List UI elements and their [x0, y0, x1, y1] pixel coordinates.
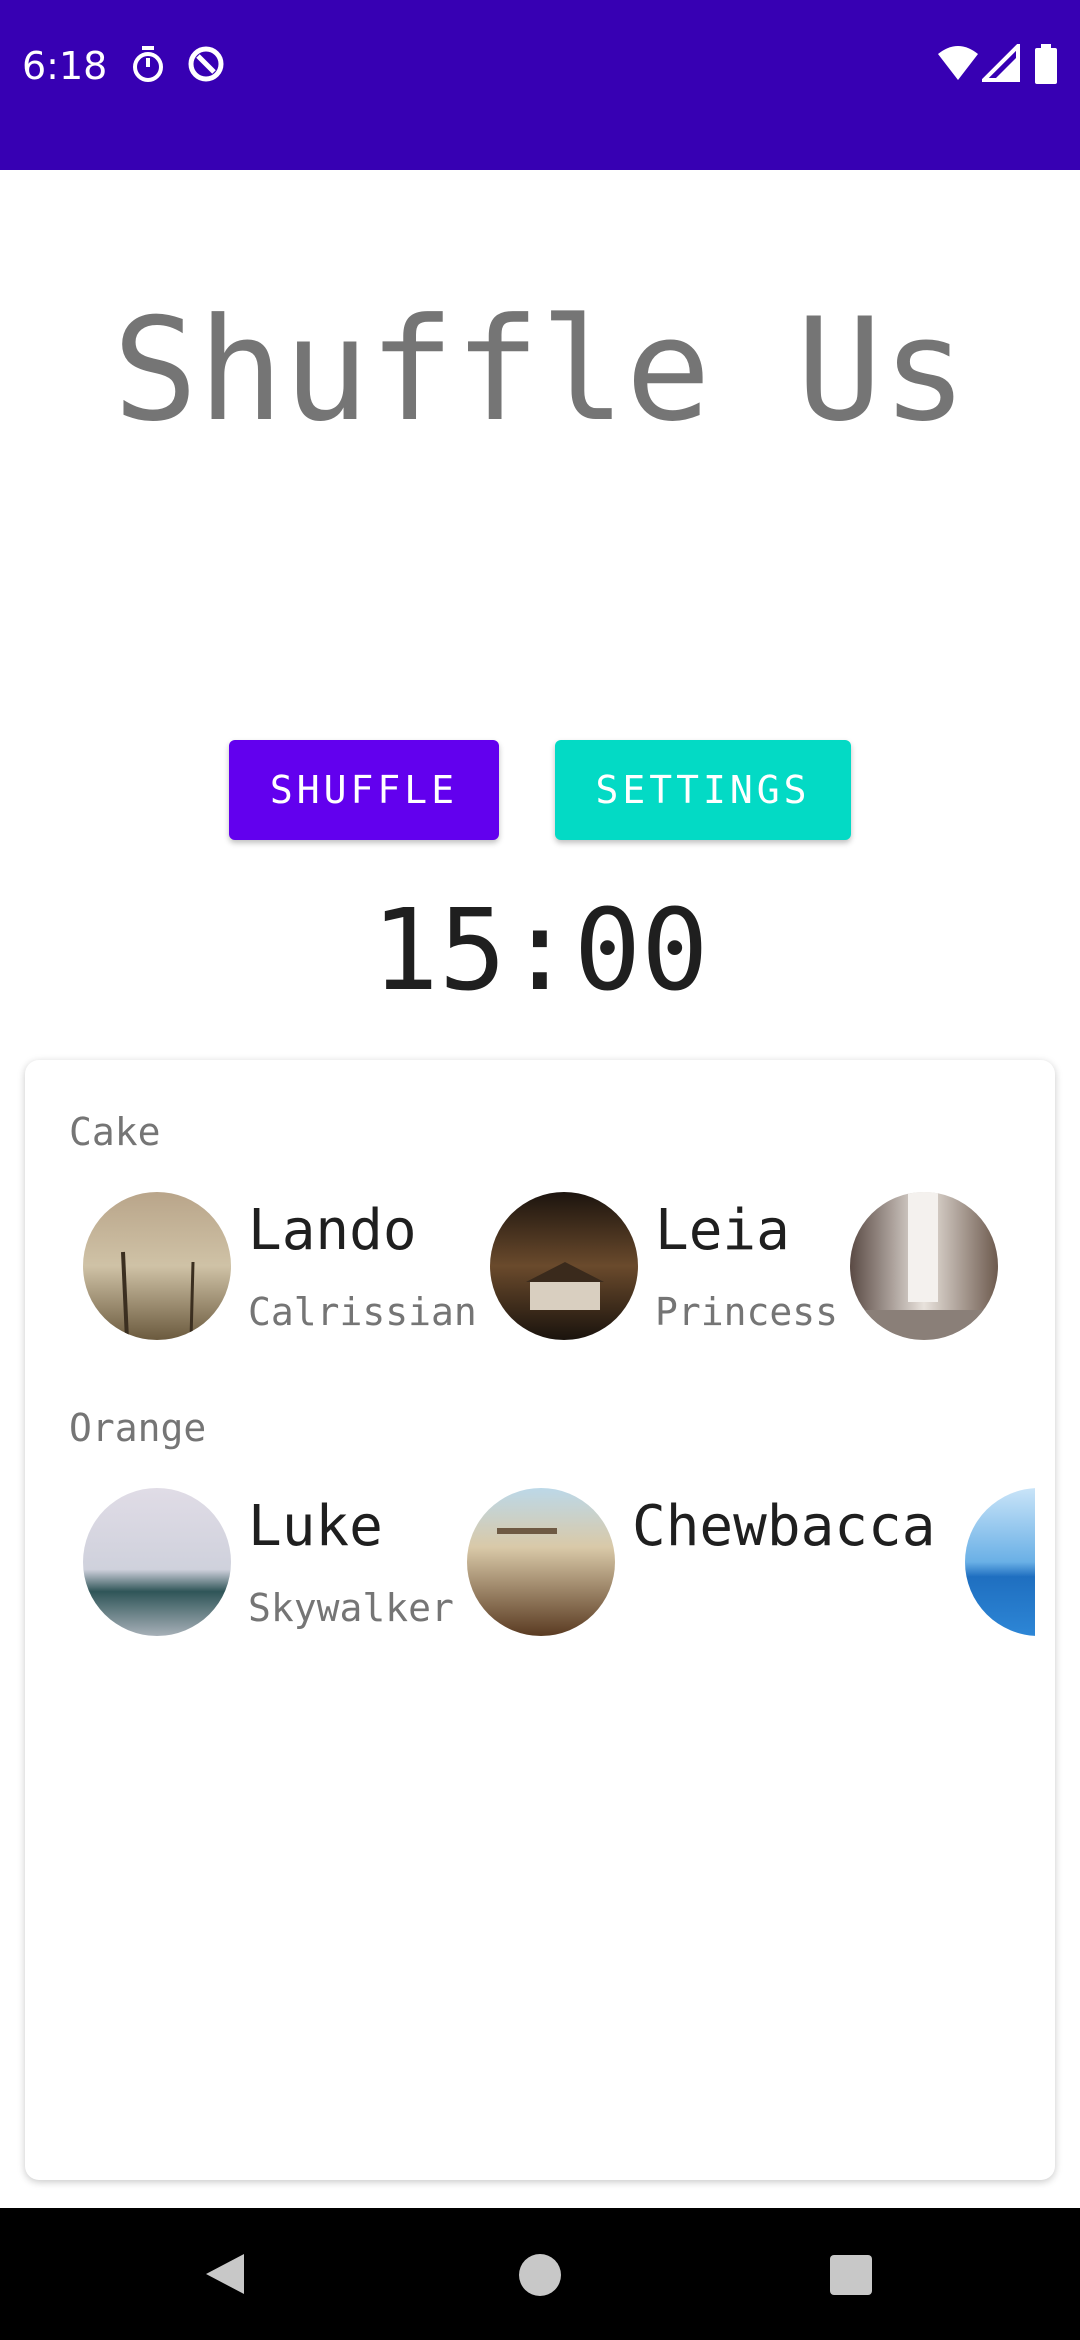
member-item[interactable] — [965, 1488, 1035, 1638]
member-item[interactable] — [850, 1192, 1035, 1342]
status-time: 6:18 — [22, 44, 108, 88]
avatar — [83, 1488, 231, 1636]
recents-icon[interactable] — [830, 2255, 872, 2295]
battery-icon — [1035, 44, 1057, 84]
status-bar: 6:18 — [0, 0, 1080, 170]
avatar — [490, 1192, 638, 1340]
member-last-name: Skywalker — [248, 1586, 454, 1630]
app-title: Shuffle Us — [112, 288, 968, 453]
navigation-bar — [0, 2208, 1080, 2340]
countdown-timer: 15:00 — [371, 886, 709, 1016]
data-saver-icon — [188, 46, 224, 82]
avatar — [467, 1488, 615, 1636]
member-item[interactable]: Chewbacca — [467, 1488, 937, 1638]
groups-card: Cake Lando Calrissian Leia Princess Oran… — [25, 1060, 1055, 2180]
member-item[interactable]: Lando Calrissian — [83, 1192, 483, 1342]
stopwatch-icon — [133, 46, 163, 82]
avatar — [850, 1192, 998, 1340]
shuffle-button[interactable]: SHUFFLE — [229, 740, 499, 840]
member-first-name: Luke — [248, 1494, 383, 1559]
member-item[interactable]: Luke Skywalker — [83, 1488, 463, 1638]
home-icon[interactable] — [518, 2253, 562, 2297]
group-label: Cake — [69, 1110, 161, 1154]
member-item[interactable]: Leia Princess — [490, 1192, 850, 1342]
avatar — [83, 1192, 231, 1340]
member-last-name: Calrissian — [248, 1290, 477, 1334]
avatar — [965, 1488, 1035, 1636]
member-last-name: Princess — [655, 1290, 839, 1334]
group-members-row[interactable]: Lando Calrissian Leia Princess — [83, 1192, 1035, 1342]
member-first-name: Chewbacca — [632, 1494, 936, 1559]
back-icon[interactable] — [204, 2252, 246, 2296]
cell-signal-icon — [982, 44, 1020, 82]
group-members-row[interactable]: Luke Skywalker Chewbacca — [83, 1488, 1035, 1638]
settings-button[interactable]: SETTINGS — [555, 740, 851, 840]
wifi-icon — [938, 46, 978, 80]
group-label: Orange — [69, 1406, 207, 1450]
member-first-name: Leia — [655, 1198, 790, 1263]
member-first-name: Lando — [248, 1198, 417, 1263]
